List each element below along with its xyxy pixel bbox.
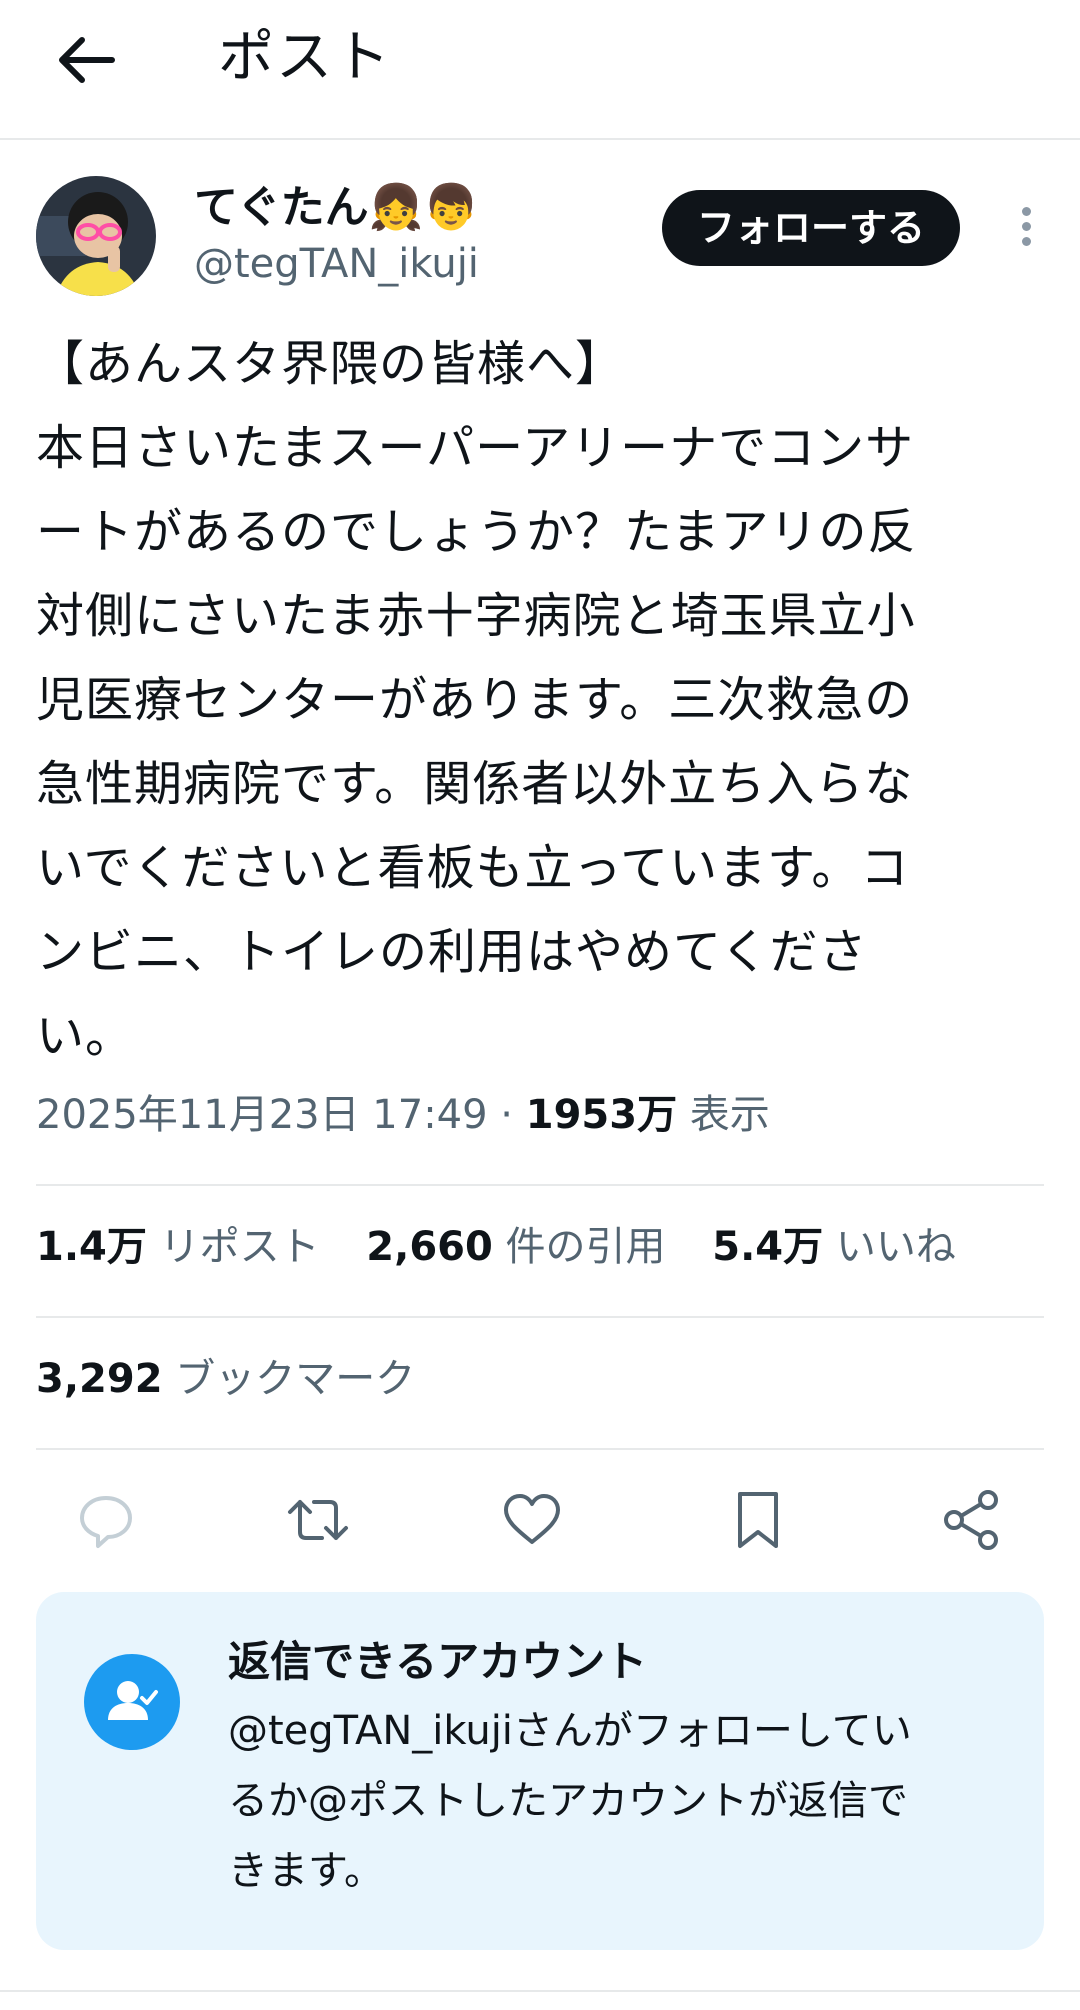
reply-bubble-icon xyxy=(80,1496,132,1548)
divider xyxy=(36,1316,1044,1318)
divider xyxy=(36,1448,1044,1450)
reply-restriction-description: @tegTAN_ikujiさんがフォローしてい るか@ポストしたアカウントが返信… xyxy=(228,1708,912,1894)
top-bar: ポスト xyxy=(0,0,1080,140)
reply-restriction-title: 返信できるアカウント xyxy=(228,1637,648,1686)
likes-label: いいね xyxy=(823,1224,956,1270)
reply-restriction-panel: 返信できるアカウント @tegTAN_ikujiさんがフォローしてい るか@ポス… xyxy=(36,1592,1044,1950)
post-text: 【あんスタ界隈の皆様へ】 本日さいたまスーパーアリーナでコンサ ートがあるのでし… xyxy=(36,336,917,1064)
user-check-icon xyxy=(84,1654,180,1750)
divider xyxy=(36,1184,1044,1186)
avatar[interactable] xyxy=(36,176,156,296)
bookmarks-count: 3,292 xyxy=(36,1356,163,1402)
reposts-stat[interactable]: 1.4万 リポスト xyxy=(36,1222,320,1272)
more-vertical-icon[interactable] xyxy=(1006,202,1046,258)
bookmarks-label: ブックマーク xyxy=(162,1356,416,1402)
bookmarks-stat[interactable]: 3,292 ブックマーク xyxy=(36,1354,415,1404)
quotes-count: 2,660 xyxy=(366,1224,493,1270)
bookmark-button[interactable] xyxy=(726,1488,796,1552)
repost-button[interactable] xyxy=(286,1488,356,1552)
reposts-count: 1.4万 xyxy=(36,1224,147,1270)
likes-count: 5.4万 xyxy=(712,1224,824,1270)
heart-icon xyxy=(504,1494,560,1544)
post-meta: 2025年11月23日 17:49 · 1953万 表示 xyxy=(36,1090,770,1140)
share-icon xyxy=(944,1490,998,1550)
follow-button[interactable]: フォローする xyxy=(662,190,960,266)
views-label: 表示 xyxy=(677,1092,770,1138)
views-count: 1953万 xyxy=(525,1092,678,1138)
bookmark-icon xyxy=(738,1492,778,1548)
quotes-stat[interactable]: 2,660 件の引用 xyxy=(366,1222,665,1272)
post-author: てぐたん👧👦 @tegTAN_ikuji フォローする xyxy=(36,172,1046,302)
post-timestamp[interactable]: 2025年11月23日 17:49 xyxy=(36,1092,488,1138)
page-title: ポスト xyxy=(218,25,392,90)
engagement-stats: 1.4万 リポスト 2,660 件の引用 5.4万 いいね xyxy=(36,1222,990,1272)
back-button[interactable] xyxy=(50,30,120,90)
share-button[interactable] xyxy=(940,1488,1010,1552)
divider xyxy=(0,1990,1080,1992)
meta-separator: · xyxy=(487,1092,526,1138)
arrow-left-icon xyxy=(59,37,115,83)
avatar-image xyxy=(36,176,156,296)
repost-icon xyxy=(288,1500,348,1540)
reposts-label: リポスト xyxy=(146,1224,320,1270)
reply-button[interactable] xyxy=(74,1488,144,1552)
likes-stat[interactable]: 5.4万 いいね xyxy=(712,1222,956,1272)
author-handle[interactable]: @tegTAN_ikuji xyxy=(194,238,479,290)
action-bar xyxy=(36,1480,1044,1560)
author-display-name[interactable]: てぐたん👧👦 xyxy=(194,180,478,236)
quotes-label: 件の引用 xyxy=(492,1224,666,1270)
like-button[interactable] xyxy=(500,1488,570,1552)
